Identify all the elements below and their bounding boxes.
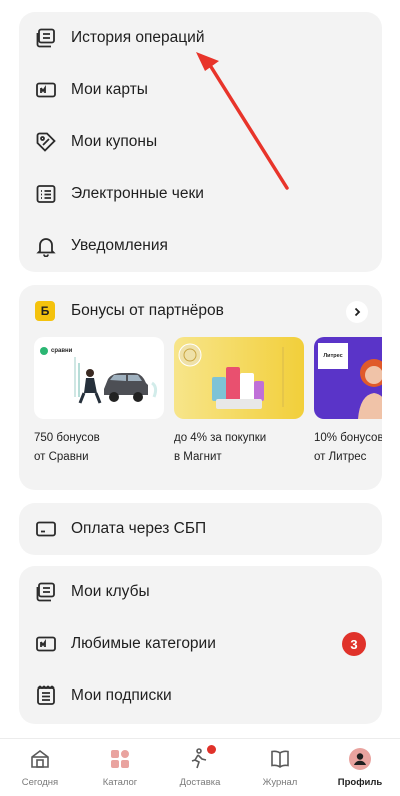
- nav-profile[interactable]: Профиль: [325, 747, 395, 788]
- bonus-card: Б Бонусы от партнёров сравни 750 бонусов…: [19, 285, 382, 490]
- catalog-icon: [85, 747, 155, 771]
- categories-label: Любимые категории: [71, 635, 216, 652]
- subscription-icon: [35, 685, 57, 707]
- notifications-label: Уведомления: [71, 237, 168, 254]
- book-icon: [245, 747, 315, 771]
- partner-card-litres[interactable]: Литрес 10% бонусов от Литрес: [314, 337, 382, 467]
- nav-catalog-label: Каталог: [102, 777, 138, 788]
- nav-delivery-label: Доставка: [179, 777, 221, 788]
- receipts-row[interactable]: Электронные чеки: [19, 168, 382, 220]
- nav-today[interactable]: Сегодня: [5, 747, 75, 788]
- receipts-label: Электронные чеки: [71, 185, 204, 202]
- list-receipt-icon: [35, 183, 57, 205]
- history-label: История операций: [71, 29, 205, 46]
- partner-text-sravni: 750 бонусов от Сравни: [34, 429, 164, 467]
- nav-delivery[interactable]: Доставка: [165, 745, 235, 788]
- bottom-nav: Сегодня Каталог Доставка Журнал Профиль: [0, 738, 400, 796]
- cards-label: Мои карты: [71, 81, 148, 98]
- nav-catalog[interactable]: Каталог: [85, 747, 155, 788]
- coupons-row[interactable]: Мои купоны: [19, 116, 382, 168]
- notifications-row[interactable]: Уведомления: [19, 220, 382, 272]
- bonus-header[interactable]: Б Бонусы от партнёров: [19, 285, 382, 337]
- subscriptions-label: Мои подписки: [71, 687, 172, 704]
- delivery-runner-icon: [165, 745, 235, 771]
- partner-line1: 10% бонусов: [314, 432, 382, 444]
- partner-line2: от Литрес: [314, 451, 367, 463]
- home-icon: [5, 747, 75, 771]
- nav-journal-label: Журнал: [262, 777, 298, 788]
- partner-line1: 750 бонусов: [34, 432, 100, 444]
- bonus-logo-icon: Б: [35, 301, 55, 321]
- coupon-tag-icon: [35, 131, 57, 153]
- categories-count-badge: 3: [342, 632, 366, 656]
- partner-image-magnit: [174, 337, 304, 419]
- partner-line1: до 4% за покупки: [174, 432, 267, 444]
- nav-journal[interactable]: Журнал: [245, 747, 315, 788]
- sbp-row[interactable]: Оплата через СБП: [19, 503, 382, 555]
- partner-image-litres: Литрес: [314, 337, 382, 419]
- chevron-right-icon[interactable]: [346, 301, 368, 323]
- sbp-card: Оплата через СБП: [19, 503, 382, 555]
- partner-image-sravni: сравни: [34, 337, 164, 419]
- partner-card-sravni[interactable]: сравни 750 бонусов от Сравни: [34, 337, 164, 467]
- clubs-row[interactable]: Мои клубы: [19, 566, 382, 618]
- menu-card-top: История операций Мои карты Мои купоны Эл…: [19, 12, 382, 272]
- car-illustration: [74, 357, 158, 404]
- card-icon: [35, 79, 57, 101]
- partner-card-magnit[interactable]: до 4% за покупки в Магнит: [174, 337, 304, 467]
- reader-illustration: [358, 359, 382, 419]
- profile-icon: [325, 747, 395, 771]
- delivery-notification-dot: [207, 745, 216, 754]
- card-icon: [35, 633, 57, 655]
- categories-row[interactable]: Любимые категории 3: [19, 618, 382, 670]
- coupons-label: Мои купоны: [71, 133, 158, 150]
- card-icon: [35, 518, 57, 540]
- partner-line2: в Магнит: [174, 451, 222, 463]
- nav-profile-label: Профиль: [337, 777, 383, 788]
- cards-row[interactable]: Мои карты: [19, 64, 382, 116]
- subscriptions-row[interactable]: Мои подписки: [19, 670, 382, 722]
- partner-line2: от Сравни: [34, 451, 89, 463]
- clubs-label: Мои клубы: [71, 583, 150, 600]
- clubs-icon: [35, 581, 57, 603]
- bonus-title: Бонусы от партнёров: [71, 302, 224, 319]
- history-row[interactable]: История операций: [19, 12, 382, 64]
- magnit-products-illustration: [178, 343, 284, 409]
- partner-text-litres: 10% бонусов от Литрес: [314, 429, 382, 467]
- partner-text-magnit: до 4% за покупки в Магнит: [174, 429, 304, 467]
- nav-today-label: Сегодня: [21, 777, 59, 788]
- bell-icon: [35, 235, 57, 257]
- receipt-stack-icon: [35, 27, 57, 49]
- menu-card-bottom: Мои клубы Любимые категории 3 Мои подпис…: [19, 566, 382, 724]
- partners-carousel[interactable]: сравни 750 бонусов от Сравни до 4% за по…: [34, 337, 382, 467]
- sbp-label: Оплата через СБП: [71, 520, 207, 537]
